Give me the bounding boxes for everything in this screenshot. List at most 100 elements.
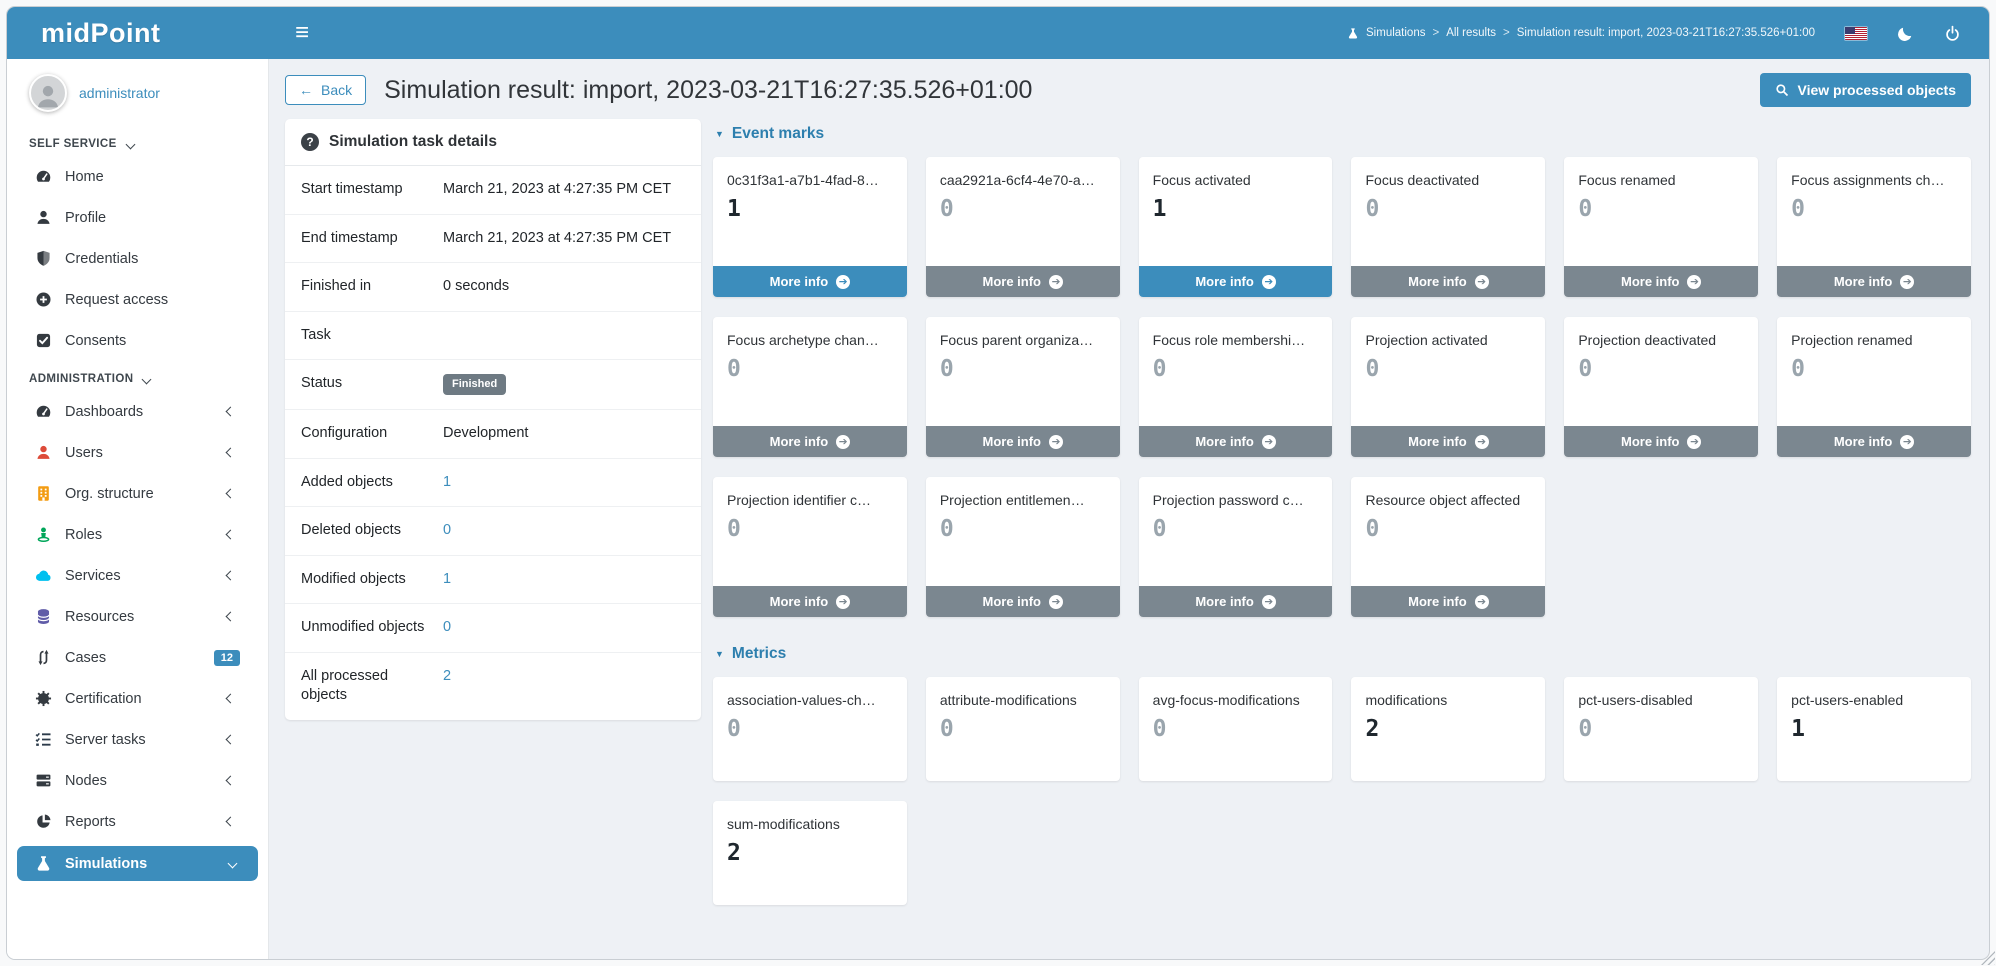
more-info-button[interactable]: More info ➔ (1351, 266, 1545, 297)
chevron-left-icon (226, 694, 236, 704)
metric-value: 0 (926, 714, 1120, 752)
flask-icon (35, 855, 52, 872)
dashboard-icon (35, 168, 52, 185)
section-administration[interactable]: ADMINISTRATION (29, 373, 268, 385)
user-icon (35, 209, 52, 226)
hamburger-menu-icon[interactable]: ≡ (295, 21, 309, 45)
modified-objects-link[interactable]: 1 (443, 571, 451, 587)
more-info-button[interactable]: More info ➔ (926, 266, 1120, 297)
more-info-button[interactable]: More info ➔ (1351, 426, 1545, 457)
metric-card: association-values-ch… 0 (713, 677, 907, 781)
event-mark-title: Focus parent organiza… (926, 317, 1120, 354)
tasks-list-icon (35, 731, 52, 748)
event-mark-value: 0 (1351, 514, 1545, 552)
sidebar-item-services[interactable]: Services (7, 559, 268, 592)
more-info-button[interactable]: More info ➔ (1777, 266, 1971, 297)
arrow-circle-right-icon: ➔ (1475, 595, 1489, 609)
sidebar-item-profile[interactable]: Profile (7, 201, 268, 234)
event-mark-title: Projection entitlemen… (926, 477, 1120, 514)
sidebar-item-dashboards[interactable]: Dashboards (7, 395, 268, 428)
event-mark-card: Projection deactivated 0 More info ➔ (1564, 317, 1758, 457)
arrow-circle-right-icon: ➔ (1687, 275, 1701, 289)
metric-title: modifications (1351, 677, 1545, 714)
sidebar-item-roles[interactable]: Roles (7, 518, 268, 551)
event-mark-card: Projection renamed 0 More info ➔ (1777, 317, 1971, 457)
arrow-circle-right-icon: ➔ (1262, 595, 1276, 609)
detail-row-unmodified-objects: Unmodified objects0 (285, 604, 701, 653)
back-button[interactable]: ←Back (285, 75, 366, 105)
event-marks-section-toggle[interactable]: ▼ Event marks (715, 125, 1971, 143)
avatar[interactable] (29, 74, 67, 112)
dark-mode-moon-icon[interactable] (1897, 25, 1914, 42)
sidebar-item-credentials[interactable]: Credentials (7, 242, 268, 275)
sidebar-item-resources[interactable]: Resources (7, 600, 268, 633)
arrow-circle-right-icon: ➔ (1262, 275, 1276, 289)
sidebar-item-certification[interactable]: Certification (7, 682, 268, 715)
pie-chart-icon (35, 813, 52, 830)
added-objects-link[interactable]: 1 (443, 474, 451, 490)
detail-row-finished-in: Finished in0 seconds (285, 263, 701, 312)
sidebar-item-reports[interactable]: Reports (7, 805, 268, 838)
more-info-button[interactable]: More info ➔ (1777, 426, 1971, 457)
event-mark-title: Focus deactivated (1351, 157, 1545, 194)
locale-flag-us[interactable] (1845, 27, 1867, 40)
sidebar-item-consents[interactable]: Consents (7, 324, 268, 357)
arrow-circle-right-icon: ➔ (836, 435, 850, 449)
more-info-button[interactable]: More info ➔ (926, 426, 1120, 457)
event-mark-value: 0 (1777, 354, 1971, 392)
metric-title: pct-users-disabled (1564, 677, 1758, 714)
section-self-service[interactable]: SELF SERVICE (29, 138, 268, 150)
event-mark-card: Focus parent organiza… 0 More info ➔ (926, 317, 1120, 457)
user-icon (35, 444, 52, 461)
detail-row-task: Task (285, 312, 701, 361)
cloud-icon (35, 567, 52, 584)
view-processed-objects-button[interactable]: View processed objects (1760, 73, 1971, 107)
event-mark-card: Projection password c… 0 More info ➔ (1139, 477, 1333, 617)
metric-value: 1 (1777, 714, 1971, 752)
details-card-title: Simulation task details (329, 133, 497, 151)
more-info-button[interactable]: More info ➔ (713, 426, 907, 457)
more-info-button[interactable]: More info ➔ (713, 586, 907, 617)
app-window: midPoint ≡ Simulations> All results> Sim… (6, 6, 1990, 960)
event-mark-card: Projection identifier c… 0 More info ➔ (713, 477, 907, 617)
more-info-button[interactable]: More info ➔ (1139, 586, 1333, 617)
breadcrumb-simulations[interactable]: Simulations (1366, 27, 1425, 39)
arrow-circle-right-icon: ➔ (1049, 275, 1063, 289)
event-mark-title: caa2921a-6cf4-4e70-a… (926, 157, 1120, 194)
metrics-section-toggle[interactable]: ▼ Metrics (715, 645, 1971, 663)
logout-power-icon[interactable] (1944, 25, 1961, 42)
more-info-button[interactable]: More info ➔ (1564, 426, 1758, 457)
event-mark-value: 0 (1564, 194, 1758, 232)
more-info-button[interactable]: More info ➔ (926, 586, 1120, 617)
event-mark-title: Focus role membershi… (1139, 317, 1333, 354)
event-mark-value: 0 (1351, 194, 1545, 232)
event-mark-title: Projection activated (1351, 317, 1545, 354)
sidebar-item-nodes[interactable]: Nodes (7, 764, 268, 797)
breadcrumb-all-results[interactable]: All results (1446, 27, 1496, 39)
more-info-button[interactable]: More info ➔ (713, 266, 907, 297)
sidebar-item-simulations[interactable]: Simulations (17, 846, 258, 881)
arrow-circle-right-icon: ➔ (1049, 595, 1063, 609)
metric-title: attribute-modifications (926, 677, 1120, 714)
event-mark-value: 1 (1139, 194, 1333, 232)
more-info-button[interactable]: More info ➔ (1139, 266, 1333, 297)
user-name[interactable]: administrator (79, 85, 160, 101)
sidebar-item-cases[interactable]: Cases12 (7, 641, 268, 674)
event-mark-title: Projection identifier c… (713, 477, 907, 514)
metric-card: attribute-modifications 0 (926, 677, 1120, 781)
all-processed-objects-link[interactable]: 2 (443, 668, 451, 684)
more-info-button[interactable]: More info ➔ (1139, 426, 1333, 457)
sidebar-item-home[interactable]: Home (7, 160, 268, 193)
building-icon (35, 485, 52, 502)
sidebar-item-org-structure[interactable]: Org. structure (7, 477, 268, 510)
sidebar-item-server-tasks[interactable]: Server tasks (7, 723, 268, 756)
event-mark-title: Projection deactivated (1564, 317, 1758, 354)
unmodified-objects-link[interactable]: 0 (443, 619, 451, 635)
sidebar-item-request-access[interactable]: Request access (7, 283, 268, 316)
sidebar-item-users[interactable]: Users (7, 436, 268, 469)
more-info-button[interactable]: More info ➔ (1564, 266, 1758, 297)
deleted-objects-link[interactable]: 0 (443, 522, 451, 538)
event-mark-value: 0 (926, 514, 1120, 552)
more-info-button[interactable]: More info ➔ (1351, 586, 1545, 617)
event-mark-card: Focus activated 1 More info ➔ (1139, 157, 1333, 297)
